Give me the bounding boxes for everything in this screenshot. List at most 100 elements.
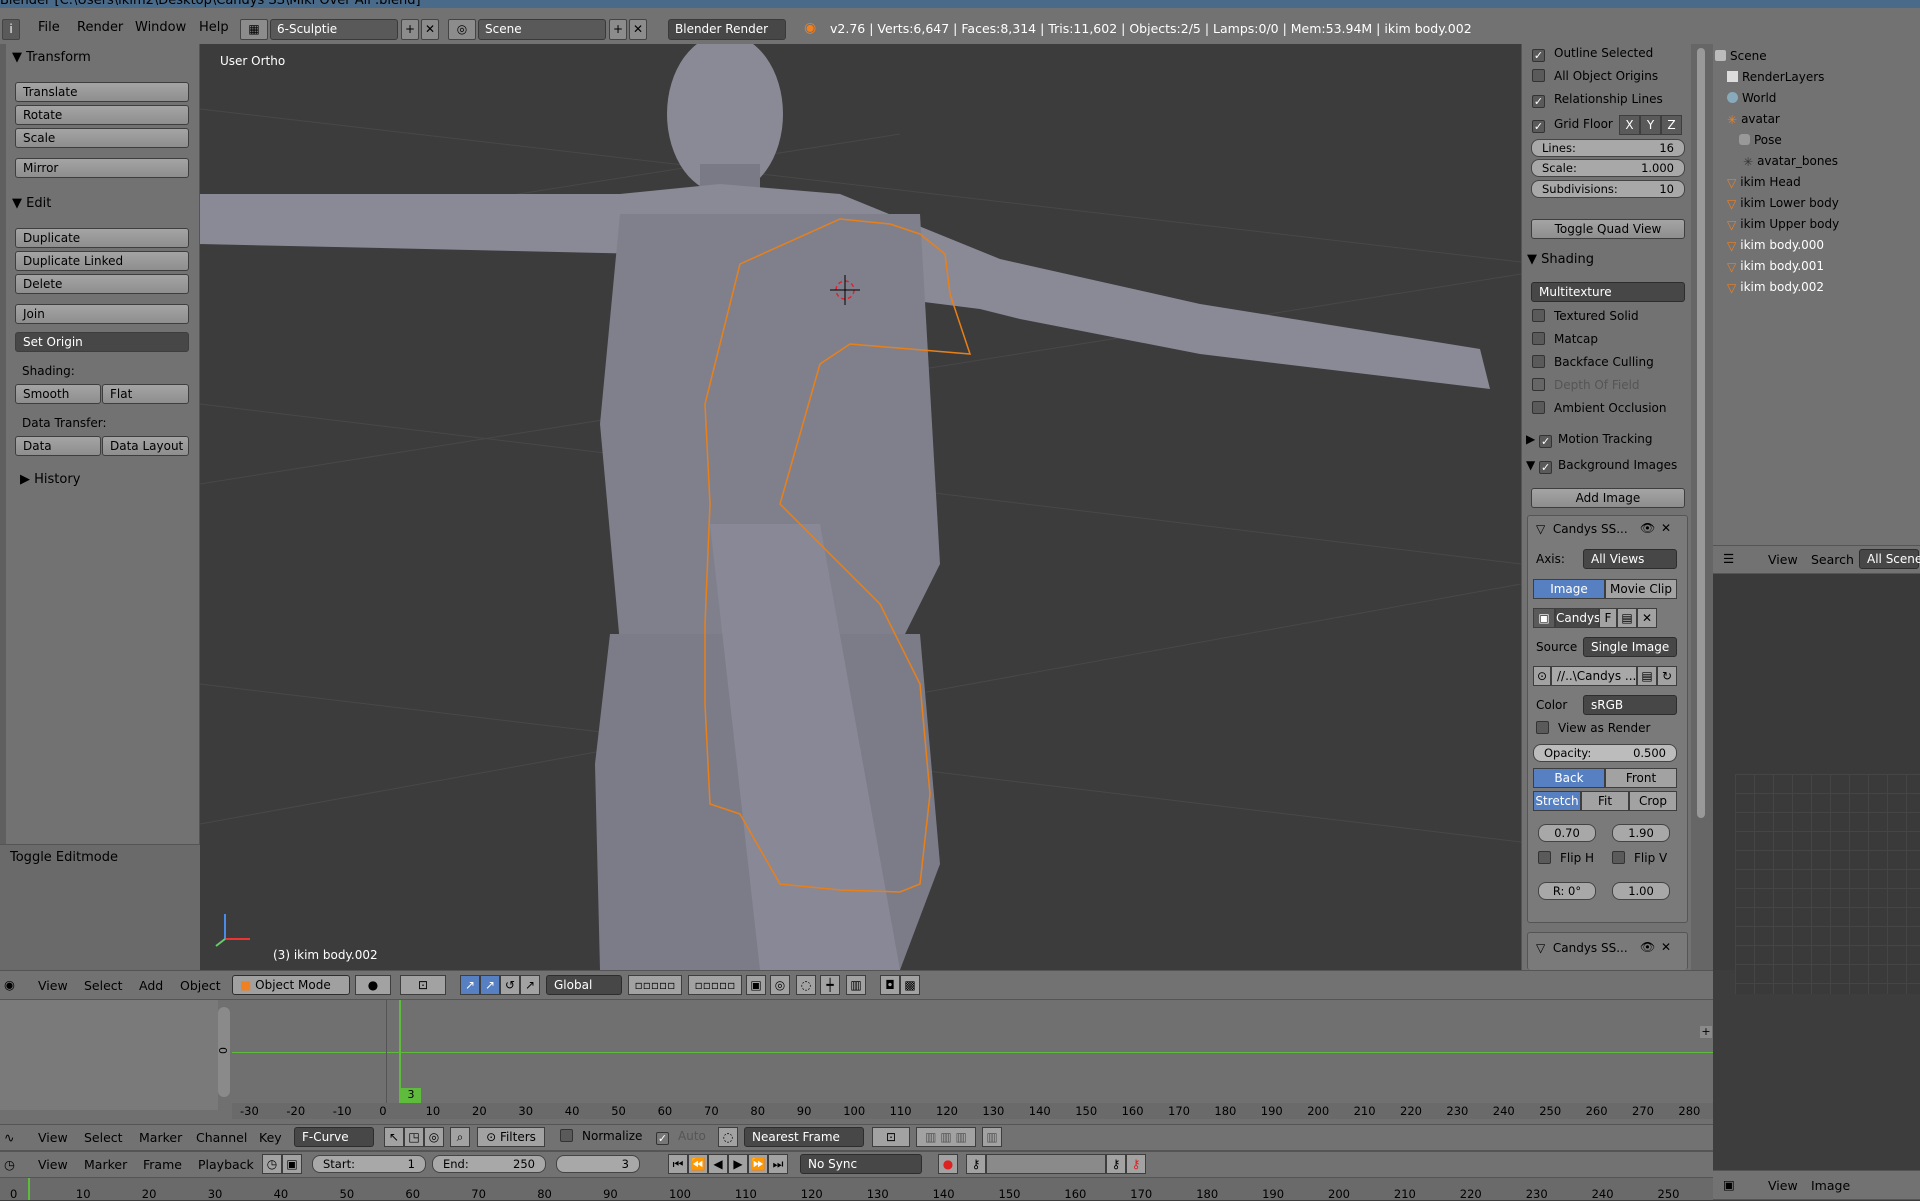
bg1-visibility-icon[interactable]: 👁	[1640, 521, 1655, 535]
outliner-row-ikim-body-002[interactable]: ▽ ikim body.002	[1727, 280, 1824, 295]
graph-editor[interactable]: 0 3 + -30 -20 -10 0 10 20 30 40 50 60 70 80 90 100 110…	[0, 1000, 1713, 1137]
screen-close-button[interactable]: ✕	[421, 19, 439, 40]
outliner-menu-view[interactable]: View	[1768, 552, 1798, 567]
scene-close-button[interactable]: ✕	[629, 19, 647, 40]
axis-z-toggle[interactable]: Z	[1661, 115, 1682, 135]
end-frame-field[interactable]: End: 250	[432, 1155, 546, 1173]
bg1-front-toggle[interactable]: Front	[1605, 768, 1677, 788]
graph-menu-marker[interactable]: Marker	[139, 1130, 182, 1145]
screen-add-button[interactable]: +	[401, 19, 419, 40]
scale-button[interactable]: Scale	[15, 128, 189, 148]
scene-field[interactable]: Scene	[478, 19, 606, 40]
opengl-render-icon[interactable]: ▥	[846, 975, 866, 995]
preview-range-icon[interactable]: ◷	[262, 1154, 282, 1174]
scale-manipulator-icon[interactable]: ↗	[520, 975, 540, 995]
bg1-crop-toggle[interactable]: Crop	[1629, 791, 1677, 811]
image-editor[interactable]	[1713, 574, 1920, 994]
flat-button[interactable]: Flat	[102, 384, 189, 404]
grid-lines-field[interactable]: Lines: 16	[1531, 139, 1685, 157]
graph-editor-type-icon[interactable]: ∿	[4, 1130, 14, 1145]
bg1-offset-y-field[interactable]: 1.90	[1612, 824, 1670, 842]
textured-solid-checkbox[interactable]: Textured Solid	[1532, 309, 1639, 323]
viewport-menu-select[interactable]: Select	[84, 978, 123, 993]
bg1-opacity-slider[interactable]: Opacity: 0.500	[1533, 744, 1677, 762]
outliner-row-renderlayers[interactable]: RenderLayers	[1727, 70, 1824, 84]
backface-culling-checkbox[interactable]: Backface Culling	[1532, 355, 1654, 369]
render-anim-icon[interactable]: ▩	[900, 975, 920, 995]
bg1-rotation-field[interactable]: R: 0°	[1538, 882, 1596, 900]
keying-set-icon[interactable]: ⚷	[966, 1154, 986, 1174]
graph-auto-snap-icon[interactable]: ◌	[718, 1127, 738, 1147]
graph-menu-view[interactable]: View	[38, 1130, 68, 1145]
bg2-remove-icon[interactable]: ✕	[1661, 940, 1671, 954]
bg1-image-name[interactable]: Candys	[1555, 608, 1600, 628]
jump-start-icon[interactable]: ⏮	[668, 1154, 688, 1174]
keying-set-field[interactable]	[986, 1154, 1106, 1174]
bg1-size-field[interactable]: 1.00	[1612, 882, 1670, 900]
grid-scale-field[interactable]: Scale: 1.000	[1531, 159, 1685, 177]
graph-filters-button[interactable]: ⊙ Filters	[477, 1127, 545, 1147]
graph-menu-select[interactable]: Select	[84, 1130, 123, 1145]
bg1-filepath-field[interactable]: //..\Candys ...	[1551, 666, 1637, 686]
rotate-manipulator-icon[interactable]: ↺	[500, 975, 520, 995]
mirror-button[interactable]: Mirror	[15, 158, 189, 178]
render-still-icon[interactable]: ◘	[880, 975, 900, 995]
jump-keyframe-back-icon[interactable]: ⏪	[688, 1154, 708, 1174]
editor-type-info-icon[interactable]: i	[2, 19, 20, 40]
toggle-editmode-header[interactable]: Toggle Editmode	[10, 850, 118, 865]
outliner-display-dropdown[interactable]: All Scenes	[1859, 549, 1920, 569]
toggle-quad-view-button[interactable]: Toggle Quad View	[1531, 219, 1685, 239]
play-reverse-icon[interactable]: ◀	[708, 1154, 728, 1174]
timeline-menu-frame[interactable]: Frame	[143, 1157, 182, 1172]
lock-layers-icon[interactable]: ▣	[746, 975, 766, 995]
menu-window[interactable]: Window	[135, 20, 186, 35]
outliner-editor-type-icon[interactable]: ☰	[1723, 551, 1734, 566]
insert-keyframe-icon[interactable]: ⚷	[1106, 1154, 1126, 1174]
outline-selected-checkbox[interactable]: ✓ Outline Selected	[1532, 46, 1653, 62]
grid-subdivisions-field[interactable]: Subdivisions: 10	[1531, 180, 1685, 198]
graph-ghost-icon[interactable]: ◳	[404, 1127, 424, 1147]
all-object-origins-checkbox[interactable]: All Object Origins	[1532, 69, 1658, 83]
screen-layout-field[interactable]: 6-Sculptie	[270, 19, 398, 40]
ambient-occlusion-checkbox[interactable]: Ambient Occlusion	[1532, 401, 1666, 415]
bg1-reload-icon[interactable]: ↻	[1657, 666, 1677, 686]
transform-panel-header[interactable]: ▼ Transform	[12, 50, 91, 65]
menu-render[interactable]: Render	[77, 20, 123, 35]
bg1-offset-x-field[interactable]: 0.70	[1538, 824, 1596, 842]
translate-manipulator-icon[interactable]: ↗	[480, 975, 500, 995]
scene-add-button[interactable]: +	[609, 19, 627, 40]
graph-visible-only-icon[interactable]: ◎	[424, 1127, 444, 1147]
bg1-header[interactable]: ▽ Candys SS...	[1536, 522, 1628, 536]
play-icon[interactable]: ▶	[728, 1154, 748, 1174]
delete-button[interactable]: Delete	[15, 274, 189, 294]
viewport-menu-add[interactable]: Add	[139, 978, 163, 993]
outliner-row-pose[interactable]: Pose	[1739, 133, 1782, 147]
object-mode-dropdown[interactable]: ■ Object Mode	[232, 975, 350, 995]
graph-copy-paste-icons[interactable]: ▥ ▥ ▥	[916, 1127, 976, 1147]
smooth-button[interactable]: Smooth	[15, 384, 101, 404]
snap-element-icon[interactable]: ┿	[820, 975, 840, 995]
lock-range-icon[interactable]: ▣	[282, 1154, 302, 1174]
graph-pivot-icon[interactable]: ⊡	[872, 1127, 910, 1147]
bg1-source-dropdown[interactable]: Single Image	[1583, 637, 1677, 657]
graph-mode-dropdown[interactable]: F-Curve	[294, 1127, 374, 1147]
render-engine-dropdown[interactable]: Blender Render	[668, 19, 786, 40]
bg1-unlink-icon[interactable]: ✕	[1637, 608, 1657, 628]
graph-search-icon[interactable]: ⌕	[450, 1127, 470, 1147]
matcap-checkbox[interactable]: Matcap	[1532, 332, 1598, 346]
bg1-axis-dropdown[interactable]: All Views	[1583, 549, 1677, 569]
timeline-menu-playback[interactable]: Playback	[198, 1157, 254, 1172]
bg1-color-space-dropdown[interactable]: sRGB	[1583, 695, 1677, 715]
menu-file[interactable]: File	[38, 20, 60, 35]
tool-tabs-strip[interactable]	[0, 44, 6, 970]
delete-keyframe-icon[interactable]: ⚷	[1126, 1154, 1146, 1174]
jump-end-icon[interactable]: ⏭	[768, 1154, 788, 1174]
grid-floor-checkbox[interactable]: ✓ Grid Floor	[1532, 117, 1613, 133]
shading-mode-dropdown[interactable]: Multitexture	[1531, 282, 1685, 302]
bg1-fit-toggle[interactable]: Fit	[1581, 791, 1629, 811]
graph-snap-dropdown[interactable]: Nearest Frame	[744, 1127, 864, 1147]
transform-orientation-dropdown[interactable]: Global	[546, 975, 622, 995]
outliner-row-ikim-body-001[interactable]: ▽ ikim body.001	[1727, 259, 1824, 274]
outliner-row-ikim-body-000[interactable]: ▽ ikim body.000	[1727, 238, 1824, 253]
translate-button[interactable]: Translate	[15, 82, 189, 102]
